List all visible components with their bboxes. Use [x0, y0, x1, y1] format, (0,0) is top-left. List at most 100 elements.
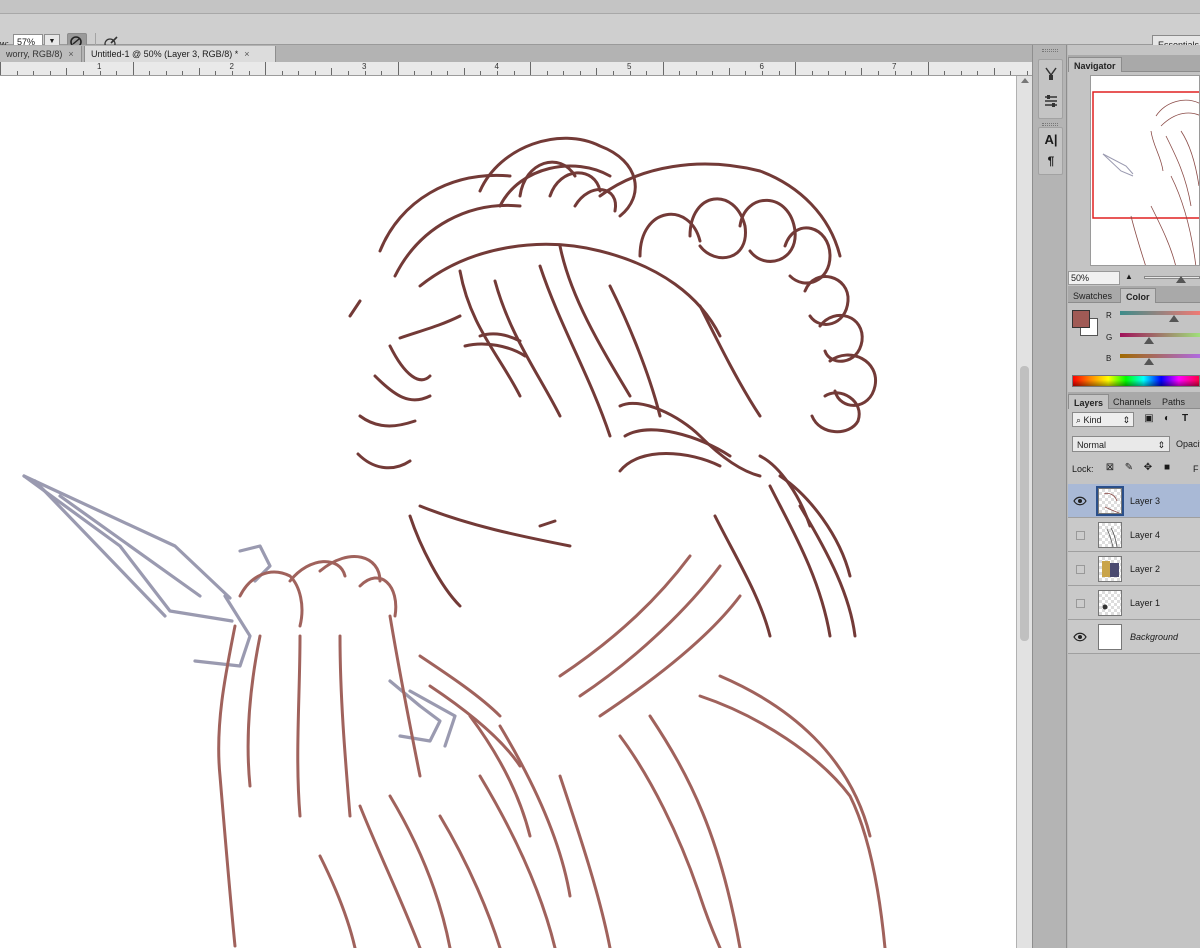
tab-color[interactable]: Color [1120, 288, 1156, 303]
ruler-tick [414, 71, 416, 75]
layer-filter-kind[interactable]: ⌕ Kind ⇕ [1072, 412, 1134, 427]
body-sketch [217, 554, 887, 948]
ruler-tick [944, 71, 946, 75]
tab-swatches[interactable]: Swatches [1068, 288, 1117, 303]
ruler-tick [480, 71, 482, 75]
ruler-tick [215, 71, 217, 75]
tab-untitled-1[interactable]: Untitled-1 @ 50% (Layer 3, RGB/8) * × [84, 46, 276, 62]
ruler-tick [16, 71, 18, 75]
ruler-label: 3 [362, 62, 367, 71]
channel-r-bar[interactable] [1120, 311, 1200, 315]
document-canvas[interactable] [0, 76, 1016, 948]
close-icon[interactable]: × [244, 49, 249, 59]
opacity-label: Opacity [1176, 439, 1200, 449]
lock-move-icon[interactable]: ✥ [1142, 462, 1154, 474]
zoom-out-icon[interactable]: ▲ [1125, 272, 1133, 281]
type-filter-icon[interactable]: T [1178, 412, 1192, 426]
layer-thumbnail [1098, 556, 1122, 582]
channel-b-slider[interactable] [1143, 358, 1154, 365]
visibility-toggle[interactable] [1076, 599, 1085, 608]
collapse-grip[interactable] [1042, 49, 1058, 52]
layer-row-background[interactable]: Background [1068, 620, 1200, 654]
channel-b-bar[interactable] [1120, 354, 1200, 358]
tab-navigator[interactable]: Navigator [1068, 57, 1122, 72]
right-panel-dock: Navigator 50% ▲ Swatches Color R G B Lay… [1068, 45, 1200, 948]
document-tabs: worry, RGB/8) × Untitled-1 @ 50% (Layer 3… [0, 45, 1032, 62]
scrollbar-thumb[interactable] [1020, 366, 1029, 641]
adjustment-filter-icon[interactable]: ◐ [1160, 412, 1174, 426]
lock-label: Lock: [1072, 464, 1094, 474]
channel-g-bar[interactable] [1120, 333, 1200, 337]
layer-name: Background [1130, 632, 1179, 642]
visibility-toggle[interactable] [1072, 629, 1088, 645]
tab-document-1[interactable]: worry, RGB/8) × [0, 46, 82, 62]
options-bar: w: 57% ▼ Essentials [0, 14, 1200, 53]
layer-row-layer-2[interactable]: Layer 2 [1068, 552, 1200, 586]
arrow-up-icon[interactable] [1021, 78, 1029, 83]
search-icon: ⌕ [1076, 415, 1084, 425]
channel-g-slider[interactable] [1143, 337, 1154, 344]
visibility-toggle[interactable] [1076, 565, 1085, 574]
ruler-label: 6 [759, 62, 764, 71]
channel-r-slider[interactable] [1169, 315, 1180, 322]
adjustments-button[interactable] [1041, 91, 1061, 111]
layer-name: Layer 1 [1130, 598, 1161, 608]
kind-label: Kind [1083, 415, 1102, 425]
ruler-tick [662, 62, 664, 75]
tab-layers[interactable]: Layers [1068, 394, 1110, 409]
collapse-grip[interactable] [1042, 123, 1058, 126]
menu-strip [0, 0, 1200, 14]
horizontal-ruler[interactable]: 1 2 3 4 5 6 7 [0, 62, 1032, 76]
paragraph-icon: ¶ [1047, 154, 1055, 168]
visibility-toggle[interactable] [1072, 493, 1088, 509]
ruler-label: 4 [494, 62, 499, 71]
blend-mode-select[interactable]: Normal ⇕ [1072, 436, 1170, 452]
ruler-tick [646, 71, 648, 75]
close-icon[interactable]: × [68, 49, 73, 59]
layer-row-layer-1[interactable]: Layer 1 [1068, 586, 1200, 620]
ruler-tick [911, 71, 913, 75]
lock-controls: Lock: ⊠ ✎ ✥ ■ F [1072, 462, 1200, 474]
adjustments-icon [1045, 95, 1057, 107]
ruler-tick [1027, 71, 1028, 75]
layer-name: Layer 3 [1130, 496, 1161, 506]
ruler-tick [828, 71, 830, 75]
slider-knob[interactable] [1176, 276, 1186, 283]
layer-row-layer-3[interactable]: Layer 3 [1068, 484, 1200, 518]
history-brush-icon [1045, 67, 1057, 80]
ruler-tick [331, 68, 333, 75]
fill-label: F [1193, 464, 1199, 474]
navigator-preview[interactable] [1090, 75, 1200, 266]
lock-brush-icon[interactable]: ✎ [1123, 462, 1135, 474]
visibility-toggle[interactable] [1076, 531, 1085, 540]
navigator-zoom-slider[interactable] [1144, 276, 1200, 279]
ruler-tick [248, 71, 250, 75]
navigator-zoom-input[interactable]: 50% [1068, 271, 1120, 285]
channel-b-label: B [1106, 354, 1112, 363]
ruler-tick [596, 68, 598, 75]
ruler-label: 2 [229, 62, 234, 71]
lock-transparent-icon[interactable]: ⊠ [1104, 462, 1116, 474]
ruler-tick [165, 71, 167, 75]
color-spectrum[interactable] [1072, 375, 1200, 387]
lock-all-icon[interactable]: ■ [1161, 462, 1173, 474]
color-panel-tabs: Swatches Color [1068, 286, 1200, 303]
vertical-scrollbar[interactable] [1016, 76, 1032, 948]
layer-row-layer-4[interactable]: Layer 4 [1068, 518, 1200, 552]
ruler-tick [728, 68, 730, 75]
foreground-color-swatch[interactable] [1072, 310, 1090, 328]
ruler-tick [397, 62, 399, 75]
character-button[interactable]: A| [1041, 129, 1061, 149]
ruler-tick [546, 71, 548, 75]
paragraph-button[interactable]: ¶ [1041, 151, 1061, 171]
layer-name: Layer 2 [1130, 564, 1161, 574]
tab-channels[interactable]: Channels [1108, 394, 1156, 409]
ruler-tick [314, 71, 316, 75]
image-filter-icon[interactable]: ▣ [1142, 412, 1156, 426]
character-icon: A| [1044, 131, 1058, 147]
history-brush-button[interactable] [1041, 63, 1061, 83]
ruler-tick [298, 71, 300, 75]
ruler-tick [612, 71, 614, 75]
eye-icon [1073, 496, 1087, 506]
tab-paths[interactable]: Paths [1157, 394, 1190, 409]
